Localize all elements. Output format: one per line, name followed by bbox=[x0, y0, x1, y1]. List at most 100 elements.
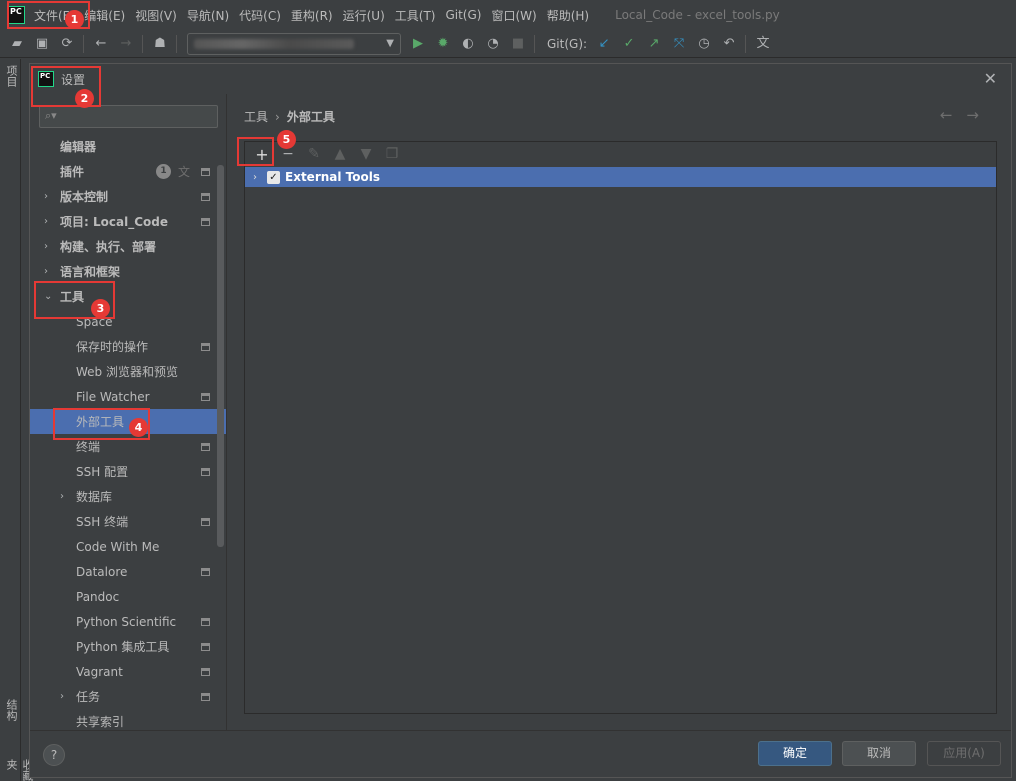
run-configuration-select[interactable]: ▼ bbox=[187, 32, 401, 55]
settings-tree-item[interactable]: › 语言和框架 bbox=[30, 259, 227, 284]
settings-nav-arrows: ←→ bbox=[940, 106, 993, 124]
menu-help[interactable]: 帮助(H) bbox=[547, 7, 589, 24]
annotation-number: 3 bbox=[91, 299, 110, 318]
settings-tree-item[interactable]: ⌄ 工具 bbox=[30, 284, 227, 309]
settings-tree-item[interactable]: 保存时的操作 bbox=[30, 334, 227, 359]
rollback-icon[interactable]: ↶ bbox=[721, 36, 737, 52]
settings-search[interactable]: ⌕▾ bbox=[39, 105, 218, 128]
settings-tree-item[interactable]: 插件 1 文 bbox=[30, 159, 227, 184]
move-down-icon[interactable]: ▼ bbox=[357, 146, 375, 162]
history-icon[interactable]: ◷ bbox=[696, 36, 712, 52]
settings-tree-item[interactable]: Python Scientific bbox=[30, 609, 227, 634]
git-commit-icon[interactable]: ✓ bbox=[621, 36, 637, 52]
menu-run[interactable]: 运行(U) bbox=[343, 7, 385, 24]
git-push-icon[interactable]: ↗ bbox=[646, 36, 662, 52]
settings-tree-item[interactable]: Datalore bbox=[30, 559, 227, 584]
add-icon[interactable]: + bbox=[253, 145, 271, 164]
debug-icon[interactable]: ✹ bbox=[435, 36, 451, 52]
sync-icon[interactable]: ⟳ bbox=[59, 36, 75, 52]
back-arrow-icon[interactable]: ← bbox=[93, 36, 109, 52]
tree-scrollbar[interactable] bbox=[217, 165, 224, 547]
breadcrumb-tools[interactable]: 工具 bbox=[244, 108, 268, 125]
expand-arrow-icon[interactable]: › bbox=[253, 172, 257, 183]
help-button[interactable]: ? bbox=[43, 744, 65, 766]
settings-tree-item[interactable]: Vagrant bbox=[30, 659, 227, 684]
chevron-right-icon[interactable]: › bbox=[44, 216, 48, 227]
move-up-icon[interactable]: ▲ bbox=[331, 146, 349, 162]
copy-icon[interactable]: ❐ bbox=[383, 146, 401, 162]
translate-icon[interactable]: 文 bbox=[755, 36, 771, 52]
chevron-right-icon[interactable]: › bbox=[60, 491, 64, 502]
settings-tree-item[interactable]: › 项目: Local_Code bbox=[30, 209, 227, 234]
run-configuration-name bbox=[194, 38, 354, 49]
structure-tab[interactable]: 结构 bbox=[3, 699, 19, 721]
menu-refactor[interactable]: 重构(R) bbox=[291, 7, 333, 24]
ok-button[interactable]: 确定 bbox=[758, 741, 832, 766]
project-scope-icon bbox=[201, 692, 210, 701]
menu-window[interactable]: 窗口(W) bbox=[491, 7, 536, 24]
settings-tree-item[interactable]: 编辑器 bbox=[30, 134, 227, 159]
translate-icon: 文 bbox=[178, 165, 191, 179]
annotation-number: 4 bbox=[129, 418, 148, 437]
settings-tree-item[interactable]: 共享索引 bbox=[30, 709, 227, 730]
project-scope-icon bbox=[201, 192, 210, 201]
settings-tree-label: File Watcher bbox=[76, 389, 150, 404]
breadcrumb-external-tools: 外部工具 bbox=[286, 110, 335, 124]
cancel-button[interactable]: 取消 bbox=[842, 741, 916, 766]
settings-tree-item[interactable]: Web 浏览器和预览 bbox=[30, 359, 227, 384]
tool-group-row[interactable]: › ✓ External Tools bbox=[245, 167, 996, 187]
toolbar-divider bbox=[176, 34, 177, 53]
menu-bar: PC 文件(F) 编辑(E) 视图(V) 导航(N) 代码(C) 重构(R) 运… bbox=[0, 0, 1016, 30]
settings-tree-item[interactable]: Space bbox=[30, 309, 227, 334]
open-folder-icon[interactable]: ▰ bbox=[9, 36, 25, 52]
settings-tree-item[interactable]: › 任务 bbox=[30, 684, 227, 709]
edit-icon[interactable]: ✎ bbox=[305, 146, 323, 162]
settings-tree-item[interactable]: › 数据库 bbox=[30, 484, 227, 509]
tool-group-name: External Tools bbox=[285, 170, 380, 184]
menu-git[interactable]: Git(G) bbox=[445, 8, 481, 22]
chevron-right-icon[interactable]: › bbox=[44, 191, 48, 202]
forward-arrow-icon[interactable]: → bbox=[118, 36, 134, 52]
git-merge-icon[interactable]: ⤧ bbox=[671, 36, 687, 52]
project-tab[interactable]: 项目 bbox=[3, 65, 19, 87]
apply-button[interactable]: 应用(A) bbox=[927, 741, 1001, 766]
stop-icon[interactable]: ■ bbox=[510, 36, 526, 52]
chevron-right-icon[interactable]: › bbox=[60, 691, 64, 702]
settings-tree-item[interactable]: Python 集成工具 bbox=[30, 634, 227, 659]
project-scope-icon bbox=[201, 467, 210, 476]
main-toolbar: ▰ ▣ ⟳ ← → ☗ ▼ ▶ ✹ ◐ ◔ ■ Git(G): ↙ ✓ ↗ ⤧ … bbox=[0, 30, 1016, 58]
menu-tools[interactable]: 工具(T) bbox=[395, 7, 436, 24]
project-scope-icon bbox=[201, 167, 210, 176]
project-scope-icon bbox=[201, 642, 210, 651]
settings-tree-item[interactable]: File Watcher bbox=[30, 384, 227, 409]
back-arrow-icon[interactable]: ← bbox=[940, 106, 967, 124]
user-icon[interactable]: ☗ bbox=[152, 36, 168, 52]
save-icon[interactable]: ▣ bbox=[34, 36, 50, 52]
chevron-right-icon[interactable]: › bbox=[44, 241, 48, 252]
tool-group-checkbox[interactable]: ✓ bbox=[267, 170, 280, 184]
settings-tree-item[interactable]: Pandoc bbox=[30, 584, 227, 609]
menu-edit[interactable]: 编辑(E) bbox=[84, 7, 125, 24]
forward-arrow-icon[interactable]: → bbox=[966, 106, 993, 124]
settings-tree-item[interactable]: › 版本控制 bbox=[30, 184, 227, 209]
toolbar-divider bbox=[745, 34, 747, 53]
profile-icon[interactable]: ◔ bbox=[485, 36, 501, 52]
settings-tree-item[interactable]: Code With Me bbox=[30, 534, 227, 559]
chevron-right-icon[interactable]: › bbox=[44, 266, 48, 277]
external-tools-list: › ✓ External Tools bbox=[245, 166, 996, 713]
settings-search-input[interactable] bbox=[60, 108, 210, 125]
menu-navigate[interactable]: 导航(N) bbox=[187, 7, 229, 24]
chevron-down-icon[interactable]: ⌄ bbox=[44, 291, 52, 302]
settings-tree-item[interactable]: 终端 bbox=[30, 434, 227, 459]
menu-view[interactable]: 视图(V) bbox=[135, 7, 177, 24]
git-update-icon[interactable]: ↙ bbox=[596, 36, 612, 52]
settings-tree-item[interactable]: › 构建、执行、部署 bbox=[30, 234, 227, 259]
project-scope-icon bbox=[201, 342, 210, 351]
coverage-icon[interactable]: ◐ bbox=[460, 36, 476, 52]
settings-tree-item[interactable]: SSH 终端 bbox=[30, 509, 227, 534]
close-icon[interactable]: ✕ bbox=[984, 69, 997, 88]
settings-tree-item[interactable]: SSH 配置 bbox=[30, 459, 227, 484]
settings-tree-label: 构建、执行、部署 bbox=[60, 240, 157, 254]
menu-code[interactable]: 代码(C) bbox=[239, 7, 281, 24]
run-icon[interactable]: ▶ bbox=[410, 36, 426, 52]
